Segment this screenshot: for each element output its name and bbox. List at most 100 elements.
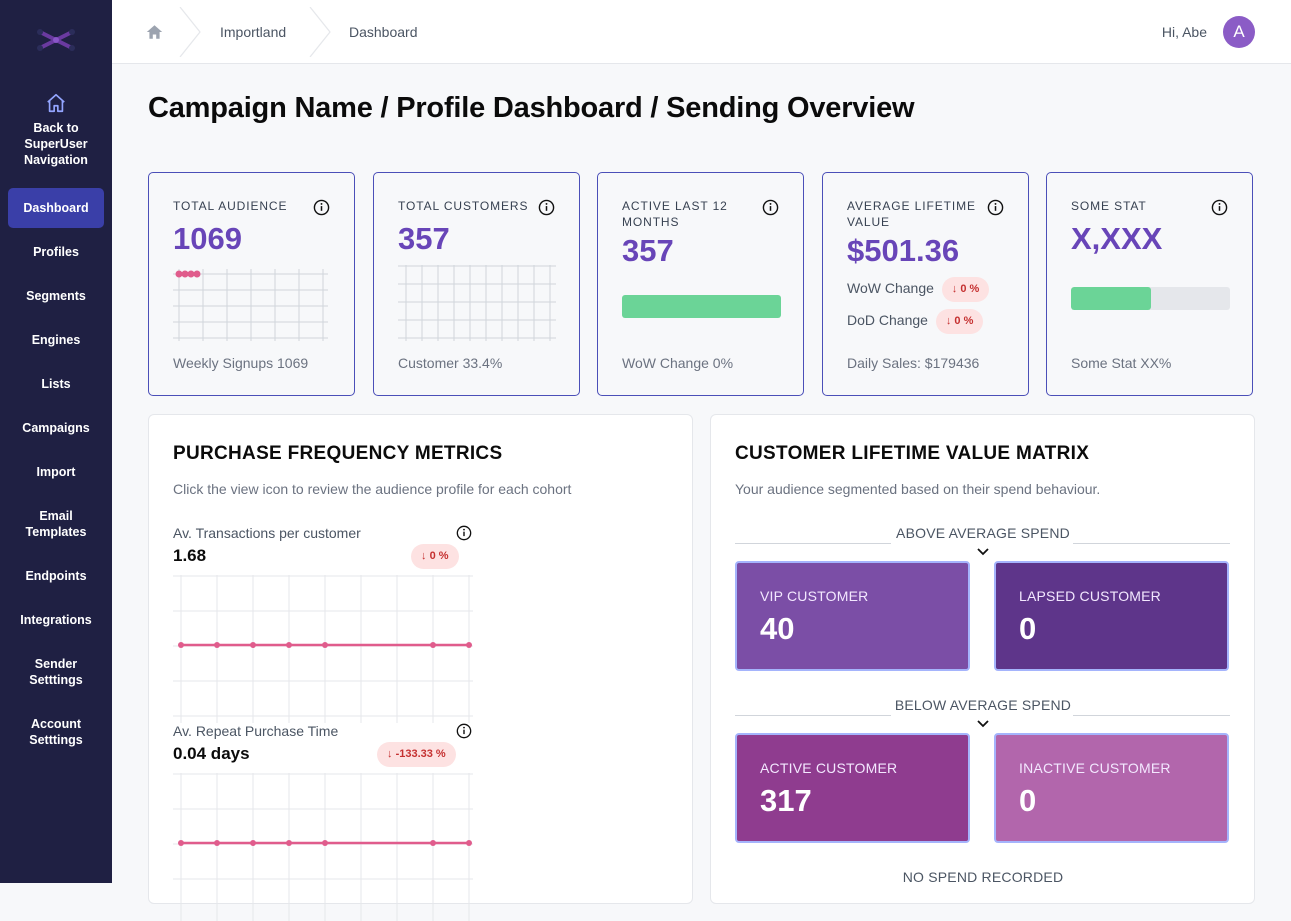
- some-stat-progress-track: [1071, 287, 1230, 310]
- info-icon[interactable]: [538, 199, 555, 216]
- home-icon: [47, 93, 65, 113]
- segment-lapsed-customer[interactable]: LAPSED CUSTOMER 0: [994, 561, 1229, 671]
- sidebar-item-label: Segments: [26, 289, 86, 303]
- avatar[interactable]: A: [1223, 16, 1255, 48]
- stat-value: 357: [622, 233, 674, 268]
- segment-active-customer[interactable]: ACTIVE CUSTOMER 317: [735, 733, 970, 843]
- stat-card-total-customers: TOTAL CUSTOMERS 357 Customer 33.4%: [373, 172, 580, 396]
- sidebar-item-profiles[interactable]: Profiles: [8, 244, 104, 260]
- user-greeting: Hi, Abe: [1161, 24, 1207, 40]
- divider-line: [735, 543, 891, 544]
- stat-value: 357: [398, 221, 450, 256]
- segment-inactive-customer[interactable]: INACTIVE CUSTOMER 0: [994, 733, 1229, 843]
- stat-card-average-lifetime-value: AVERAGE LIFETIME VALUE $501.36 WoW Chang…: [822, 172, 1029, 396]
- metric-change-badge: ↓ 0 %: [411, 544, 459, 569]
- sidebar-item-label: Integrations: [20, 613, 92, 627]
- metric-name: Av. Repeat Purchase Time: [173, 723, 339, 739]
- breadcrumb-chevron-icon: [309, 7, 331, 57]
- arrow-down-icon: ↓: [945, 315, 952, 327]
- sidebar-item-endpoints[interactable]: Endpoints: [8, 568, 104, 584]
- brand-logo: [37, 29, 75, 51]
- dod-change-row: DoD Change ↓ 0 %: [847, 309, 984, 334]
- segment-value: 40: [760, 611, 795, 646]
- info-icon[interactable]: [456, 525, 472, 541]
- metric-name: Av. Transactions per customer: [173, 525, 361, 541]
- some-stat-progress-fill: [1071, 287, 1151, 310]
- sidebar-item-sender-settings[interactable]: Sender Setttings: [21, 656, 91, 688]
- segment-name: VIP CUSTOMER: [760, 588, 869, 604]
- sidebar-item-integrations[interactable]: Integrations: [8, 612, 104, 628]
- stat-value: X,XXX: [1071, 221, 1163, 256]
- sidebar-item-campaigns[interactable]: Campaigns: [8, 420, 104, 436]
- top-bar: Importland Dashboard Hi, Abe A: [112, 0, 1291, 64]
- sidebar-item-email-templates[interactable]: Email Templates: [16, 508, 96, 540]
- segment-value: 0: [1019, 783, 1037, 818]
- nav-home-label-1: Back to: [33, 121, 79, 135]
- nav-back-to-superuser[interactable]: Back to SuperUser Navigation: [8, 92, 104, 168]
- sidebar-item-label: Endpoints: [25, 569, 87, 583]
- stat-card-some-stat: SOME STAT X,XXX Some Stat XX%: [1046, 172, 1253, 396]
- stat-footer: Some Stat XX%: [1071, 355, 1172, 371]
- stat-footer: Weekly Signups 1069: [173, 355, 309, 371]
- metric-change-value: -133.33 %: [395, 748, 446, 760]
- info-icon[interactable]: [456, 723, 472, 739]
- info-icon[interactable]: [987, 199, 1004, 216]
- metric-change-badge: ↓ -133.33 %: [377, 742, 456, 767]
- breadcrumb-dashboard[interactable]: Dashboard: [349, 24, 418, 40]
- segment-value: 317: [760, 783, 812, 818]
- panel-title: CUSTOMER LIFETIME VALUE MATRIX: [735, 443, 1090, 464]
- dod-change-badge: ↓ 0 %: [935, 309, 984, 334]
- info-icon[interactable]: [1211, 199, 1228, 216]
- nav-home-label-2: SuperUser: [24, 137, 88, 151]
- stat-label: ACTIVE LAST 12 MONTHS: [622, 199, 728, 229]
- nav-home-label-3: Navigation: [24, 153, 88, 167]
- dod-change-value: 0 %: [954, 315, 974, 327]
- segment-name: ACTIVE CUSTOMER: [760, 760, 898, 776]
- sidebar-item-label: Sender Setttings: [29, 657, 83, 687]
- stat-label: TOTAL CUSTOMERS: [398, 199, 529, 213]
- chevron-down-icon: [977, 720, 989, 728]
- arrow-down-icon: ↓: [951, 283, 958, 295]
- panel-subtitle: Click the view icon to review the audien…: [173, 481, 572, 497]
- customers-sparkline: [398, 265, 556, 341]
- breadcrumb-importland[interactable]: Importland: [220, 24, 286, 40]
- dod-change-label: DoD Change: [847, 312, 928, 329]
- wow-change-label: WoW Change: [847, 280, 934, 297]
- segment-vip-customer[interactable]: VIP CUSTOMER 40: [735, 561, 970, 671]
- sidebar: Back to SuperUser Navigation Dashboard P…: [0, 0, 112, 883]
- sidebar-item-account-settings[interactable]: Account Setttings: [21, 716, 91, 748]
- sidebar-item-label: Engines: [31, 333, 81, 347]
- metric-change-value: 0 %: [429, 550, 449, 562]
- weekly-signups-sparkline: [173, 269, 328, 341]
- sidebar-item-label: Email Templates: [25, 509, 87, 539]
- divider-line: [1073, 715, 1230, 716]
- info-icon[interactable]: [313, 199, 330, 216]
- arrow-down-icon: ↓: [387, 748, 393, 760]
- info-icon[interactable]: [762, 199, 779, 216]
- sidebar-item-label: Lists: [41, 377, 71, 391]
- stat-label: TOTAL AUDIENCE: [173, 199, 288, 213]
- sidebar-item-segments[interactable]: Segments: [8, 288, 104, 304]
- sidebar-item-engines[interactable]: Engines: [8, 332, 104, 348]
- stat-footer: WoW Change 0%: [622, 355, 734, 371]
- repeat-purchase-line-chart: [173, 773, 473, 921]
- sidebar-item-import[interactable]: Import: [8, 464, 104, 480]
- panel-subtitle: Your audience segmented based on their s…: [735, 481, 1101, 497]
- stat-footer: Daily Sales: $179436: [847, 355, 980, 371]
- segment-name: INACTIVE CUSTOMER: [1019, 760, 1171, 776]
- sidebar-item-dashboard[interactable]: Dashboard: [8, 188, 104, 228]
- stat-footer: Customer 33.4%: [398, 355, 503, 371]
- wow-change-value: 0 %: [960, 283, 980, 295]
- metric-value: 1.68: [173, 546, 207, 565]
- sidebar-item-label: Campaigns: [22, 421, 90, 435]
- divider-line: [735, 715, 891, 716]
- stat-card-active-12-months: ACTIVE LAST 12 MONTHS 357 WoW Change 0%: [597, 172, 804, 396]
- wow-change-row: WoW Change ↓ 0 %: [847, 277, 990, 302]
- sidebar-item-lists[interactable]: Lists: [8, 376, 104, 392]
- sidebar-item-label: Import: [36, 465, 76, 479]
- active-progress-bar: [622, 295, 781, 318]
- stat-value: $501.36: [847, 233, 960, 268]
- stat-card-total-audience: TOTAL AUDIENCE 1069 Weekly Signups 1069: [148, 172, 355, 396]
- sidebar-item-label: Account Setttings: [29, 717, 83, 747]
- breadcrumb-home-icon[interactable]: [146, 24, 163, 40]
